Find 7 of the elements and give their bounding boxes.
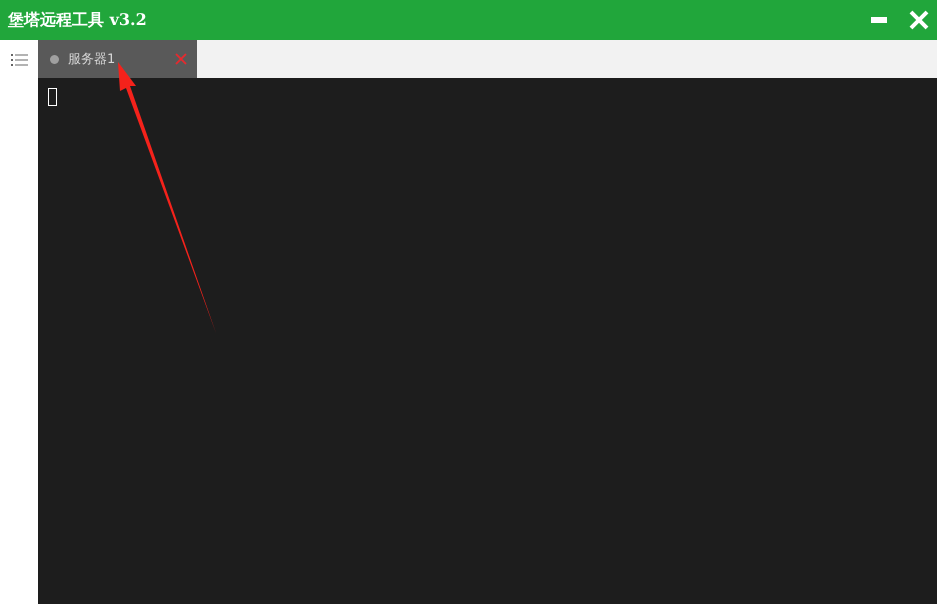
close-icon[interactable] bbox=[909, 10, 929, 30]
menu-icon[interactable] bbox=[10, 53, 28, 67]
close-tab-icon[interactable] bbox=[175, 53, 187, 65]
status-dot-icon bbox=[50, 54, 59, 64]
tab[interactable]: 服务器1 bbox=[38, 40, 197, 78]
tab-label: 服务器1 bbox=[68, 51, 116, 68]
window-title: 堡塔远程工具 v3.2 bbox=[8, 10, 147, 30]
